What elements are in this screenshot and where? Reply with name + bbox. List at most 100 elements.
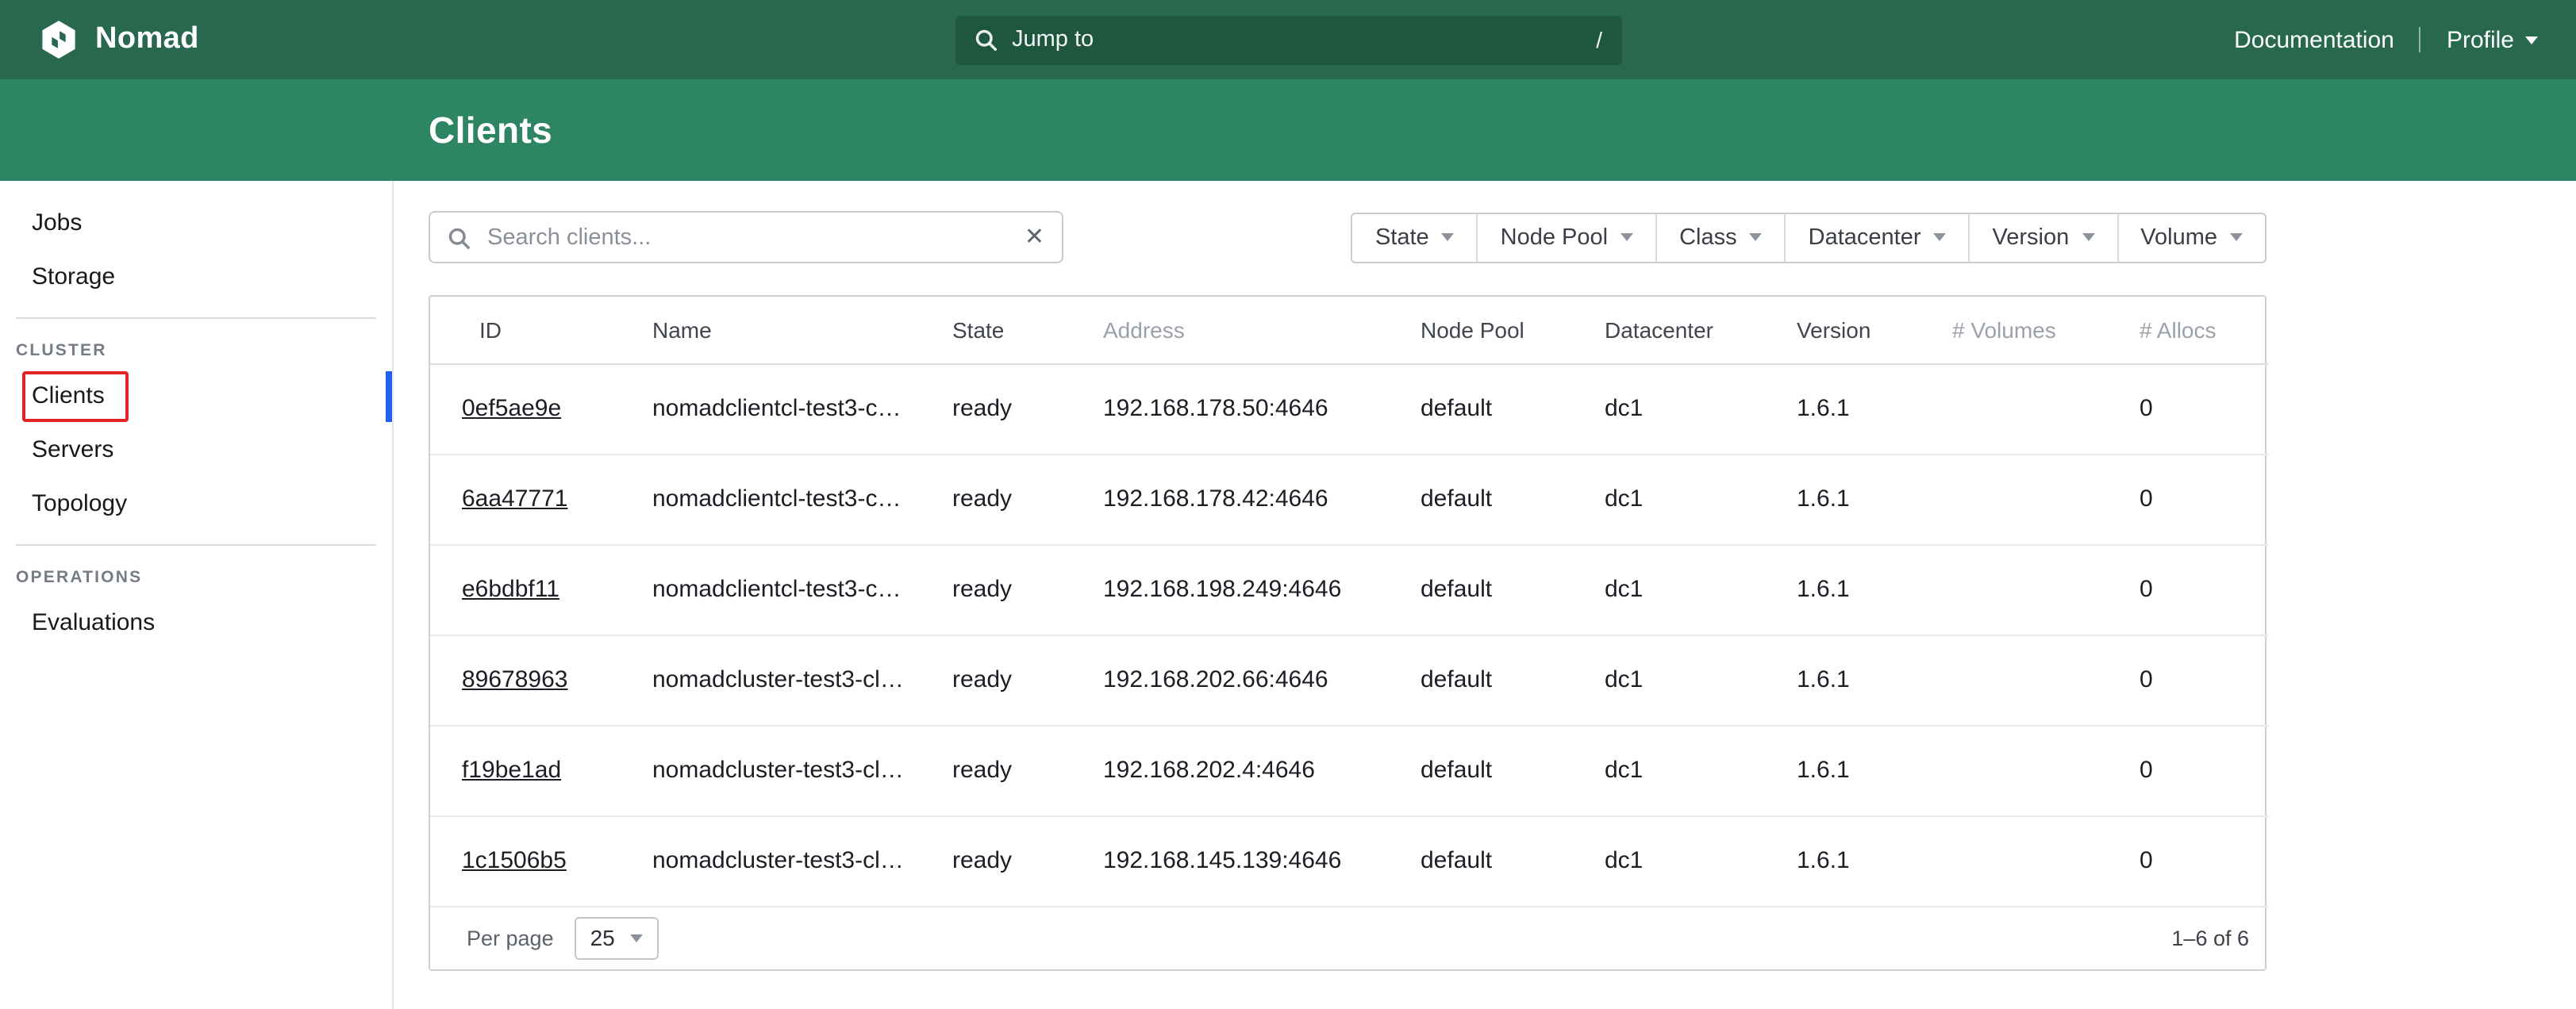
chevron-down-icon	[631, 934, 644, 942]
client-id-link[interactable]: 6aa47771	[462, 485, 568, 512]
cell-state: ready	[952, 815, 1103, 906]
cell-node-pool: default	[1421, 635, 1605, 725]
client-id-link[interactable]: 89678963	[462, 666, 568, 693]
column-header-node-pool[interactable]: Node Pool	[1421, 297, 1605, 363]
navbar-divider	[2420, 27, 2421, 52]
nomad-logo-icon	[38, 19, 79, 60]
cell-id: 0ef5ae9e	[430, 363, 652, 454]
clients-toolbar: ✕ State Node Pool Class Datacenter	[429, 211, 2266, 263]
client-id-link[interactable]: 0ef5ae9e	[462, 395, 561, 422]
profile-menu[interactable]: Profile	[2447, 26, 2538, 53]
cell-allocs: 0	[2140, 363, 2268, 454]
client-row[interactable]: 89678963 nomadcluster-test3-cl… ready 19…	[430, 635, 2268, 725]
sidebar-item-jobs[interactable]: Jobs	[0, 197, 392, 251]
client-row[interactable]: 6aa47771 nomadclientcl-test3-c… ready 19…	[430, 454, 2268, 544]
sidebar-item-servers[interactable]: Servers	[0, 424, 392, 478]
cell-id: e6bdbf11	[430, 544, 652, 635]
cell-name: nomadcluster-test3-cl…	[652, 635, 952, 725]
cell-volumes	[1952, 544, 2140, 635]
cell-datacenter: dc1	[1605, 544, 1797, 635]
cell-allocs: 0	[2140, 725, 2268, 815]
column-header-id[interactable]: ID	[430, 297, 652, 363]
chevron-down-icon	[1442, 233, 1455, 241]
top-navbar: Nomad / Documentation Profile	[0, 0, 2576, 79]
cell-id: 1c1506b5	[430, 815, 652, 906]
client-row[interactable]: 0ef5ae9e nomadclientcl-test3-c… ready 19…	[430, 363, 2268, 454]
page-header: Clients	[0, 79, 2576, 181]
sidebar-section-operations-heading: OPERATIONS	[0, 558, 392, 597]
clients-search-box: ✕	[429, 211, 1063, 263]
table-header-row: ID Name State Address Node Pool Datacent…	[430, 297, 2268, 363]
cell-id: f19be1ad	[430, 725, 652, 815]
column-header-datacenter[interactable]: Datacenter	[1605, 297, 1797, 363]
cell-allocs: 0	[2140, 454, 2268, 544]
cell-name: nomadclientcl-test3-c…	[652, 454, 952, 544]
filter-class[interactable]: Class	[1655, 213, 1785, 261]
column-header-volumes: # Volumes	[1952, 297, 2140, 363]
filter-datacenter[interactable]: Datacenter	[1785, 213, 1969, 261]
cell-datacenter: dc1	[1605, 725, 1797, 815]
cell-version: 1.6.1	[1797, 635, 1952, 725]
clear-search-icon[interactable]: ✕	[1025, 225, 1044, 249]
sidebar-section-cluster-heading: CLUSTER	[0, 332, 392, 370]
client-row[interactable]: f19be1ad nomadcluster-test3-cl… ready 19…	[430, 725, 2268, 815]
search-input[interactable]	[484, 223, 1010, 251]
cell-allocs: 0	[2140, 635, 2268, 725]
slash-shortcut-hint: /	[1596, 27, 1602, 52]
cell-address: 192.168.145.139:4646	[1103, 815, 1421, 906]
filter-state[interactable]: State	[1353, 213, 1477, 261]
chevron-down-icon	[2525, 36, 2538, 44]
nomad-app: Nomad / Documentation Profile Clients Jo…	[0, 0, 2576, 1009]
per-page-select[interactable]: 25	[575, 916, 659, 959]
filter-version[interactable]: Version	[1969, 213, 2117, 261]
cell-version: 1.6.1	[1797, 454, 1952, 544]
table-footer: Per page 25 1–6 of 6	[430, 907, 2265, 969]
sidebar-divider	[16, 317, 376, 319]
column-header-name[interactable]: Name	[652, 297, 952, 363]
client-row[interactable]: 1c1506b5 nomadcluster-test3-cl… ready 19…	[430, 815, 2268, 906]
sidebar-item-storage[interactable]: Storage	[0, 251, 392, 305]
cell-address: 192.168.178.50:4646	[1103, 363, 1421, 454]
main-content: ✕ State Node Pool Class Datacenter	[394, 181, 2576, 1009]
cell-version: 1.6.1	[1797, 363, 1952, 454]
column-header-state[interactable]: State	[952, 297, 1103, 363]
cell-state: ready	[952, 544, 1103, 635]
cell-id: 89678963	[430, 635, 652, 725]
jump-to-search[interactable]: /	[955, 15, 1621, 64]
page-title: Clients	[429, 109, 552, 152]
cell-node-pool: default	[1421, 815, 1605, 906]
column-header-version[interactable]: Version	[1797, 297, 1952, 363]
client-id-link[interactable]: 1c1506b5	[462, 847, 567, 874]
cell-volumes	[1952, 635, 2140, 725]
cell-version: 1.6.1	[1797, 544, 1952, 635]
documentation-link[interactable]: Documentation	[2234, 26, 2394, 53]
cell-datacenter: dc1	[1605, 454, 1797, 544]
cell-volumes	[1952, 454, 2140, 544]
cell-name: nomadcluster-test3-cl…	[652, 815, 952, 906]
sidebar-item-evaluations[interactable]: Evaluations	[0, 597, 392, 650]
search-icon	[448, 226, 470, 248]
sidebar-divider	[16, 544, 376, 546]
cell-name: nomadclientcl-test3-c…	[652, 363, 952, 454]
search-icon	[974, 29, 996, 51]
cell-volumes	[1952, 815, 2140, 906]
cell-node-pool: default	[1421, 454, 1605, 544]
jump-to-input[interactable]	[1009, 25, 1583, 54]
filter-volume[interactable]: Volume	[2117, 213, 2265, 261]
sidebar-item-clients[interactable]: Clients	[0, 370, 392, 424]
cell-state: ready	[952, 725, 1103, 815]
cell-state: ready	[952, 454, 1103, 544]
chevron-down-icon	[2082, 233, 2094, 241]
filter-bar: State Node Pool Class Datacenter Version	[1351, 212, 2266, 263]
client-id-link[interactable]: e6bdbf11	[462, 576, 559, 603]
sidebar-item-topology[interactable]: Topology	[0, 478, 392, 531]
cell-datacenter: dc1	[1605, 363, 1797, 454]
navbar-right: Documentation Profile	[2234, 26, 2538, 53]
client-row[interactable]: e6bdbf11 nomadclientcl-test3-c… ready 19…	[430, 544, 2268, 635]
nomad-home-link[interactable]: Nomad	[38, 19, 199, 60]
cell-volumes	[1952, 725, 2140, 815]
filter-node-pool[interactable]: Node Pool	[1477, 213, 1655, 261]
client-id-link[interactable]: f19be1ad	[462, 757, 561, 784]
per-page-label: Per page	[467, 926, 554, 950]
cell-allocs: 0	[2140, 544, 2268, 635]
